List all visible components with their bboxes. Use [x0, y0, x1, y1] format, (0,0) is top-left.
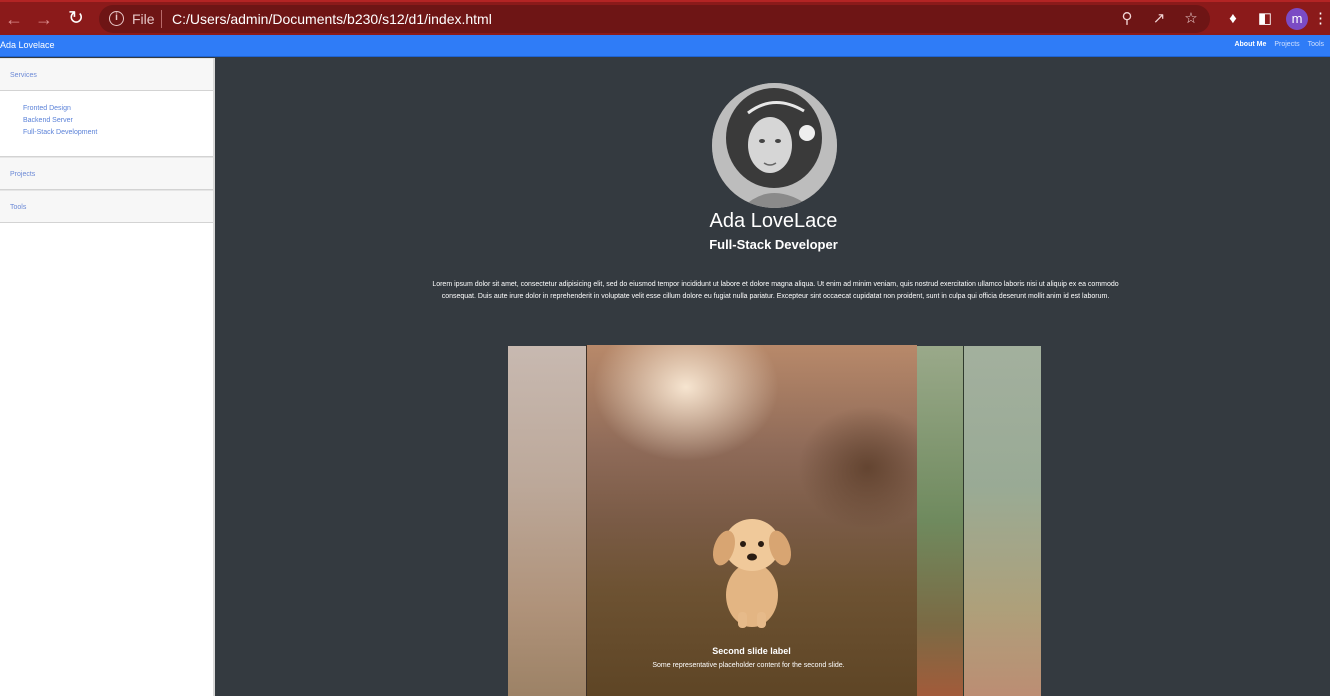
- back-arrow-icon[interactable]: ←: [3, 8, 25, 30]
- carousel-next-slide-2[interactable]: [963, 346, 1041, 696]
- profile-photo: [712, 83, 837, 208]
- profile-avatar[interactable]: m: [1286, 8, 1308, 30]
- service-item-fronted-design[interactable]: Fronted Design: [23, 103, 213, 115]
- accordion-header-services[interactable]: Services: [0, 58, 213, 91]
- nav-link-projects[interactable]: Projects: [1274, 41, 1299, 48]
- side-panel-icon[interactable]: ◧: [1255, 9, 1275, 29]
- carousel-next-slide[interactable]: [917, 346, 963, 696]
- url-text[interactable]: C:/Users/admin/Documents/b230/s12/d1/ind…: [172, 11, 492, 27]
- sidebar: Services Fronted Design Backend Server F…: [0, 58, 215, 696]
- url-scheme-label: File: [132, 11, 155, 27]
- profile-name: Ada LoveLace: [709, 210, 838, 232]
- navbar-links: About Me Projects Tools: [1234, 41, 1324, 48]
- nav-link-about-me[interactable]: About Me: [1234, 41, 1266, 48]
- reload-icon[interactable]: ↻: [65, 8, 87, 30]
- browser-toolbar: ← → ↻ i File C:/Users/admin/Documents/b2…: [0, 0, 1330, 35]
- accordion-header-projects[interactable]: Projects: [0, 157, 213, 190]
- bookmark-star-icon[interactable]: ☆: [1182, 10, 1200, 28]
- info-icon[interactable]: i: [109, 11, 124, 26]
- carousel-caption-title: Second slide label: [712, 646, 791, 656]
- accordion-header-tools[interactable]: Tools: [0, 190, 213, 223]
- service-item-full-stack[interactable]: Full-Stack Development: [23, 127, 213, 139]
- service-item-backend-server[interactable]: Backend Server: [23, 115, 213, 127]
- site-navbar: Ada Lovelace About Me Projects Tools: [0, 35, 1330, 57]
- carousel-active-slide: [586, 345, 917, 696]
- nav-link-tools[interactable]: Tools: [1308, 41, 1324, 48]
- carousel-caption-text: Some representative placeholder content …: [652, 662, 845, 669]
- accordion-body-services: Fronted Design Backend Server Full-Stack…: [0, 91, 213, 157]
- navbar-brand[interactable]: Ada Lovelace: [0, 40, 55, 50]
- main-content: Ada LoveLace Full-Stack Developer Lorem …: [217, 58, 1330, 696]
- puppy-image: [712, 519, 792, 628]
- extensions-puzzle-icon[interactable]: ♦: [1223, 9, 1243, 29]
- forward-arrow-icon[interactable]: →: [33, 8, 55, 30]
- share-icon[interactable]: ↗: [1150, 10, 1168, 28]
- profile-bio: Lorem ipsum dolor sit amet, consectetur …: [432, 281, 1119, 300]
- zoom-icon[interactable]: ⚲: [1118, 10, 1136, 28]
- address-bar-divider: [161, 10, 162, 28]
- profile-title: Full-Stack Developer: [709, 237, 838, 252]
- carousel-prev-slide[interactable]: [508, 346, 586, 696]
- address-bar[interactable]: i File C:/Users/admin/Documents/b230/s12…: [99, 5, 1210, 33]
- more-menu-icon[interactable]: ⋮: [1313, 9, 1328, 29]
- image-carousel[interactable]: Second slide label Some representative p…: [508, 345, 1041, 696]
